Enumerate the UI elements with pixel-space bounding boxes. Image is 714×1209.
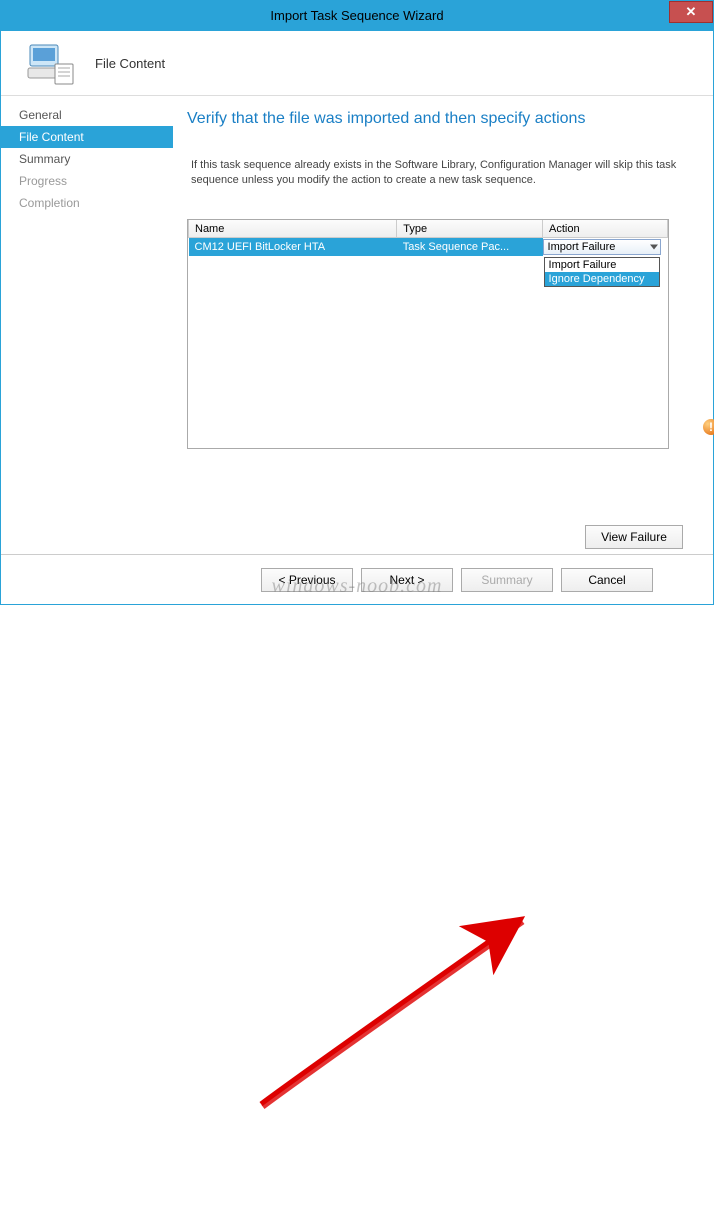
sidebar-step-progress: Progress	[1, 170, 173, 192]
action-option-import-failure[interactable]: Import Failure	[545, 258, 659, 272]
sidebar: General File Content Summary Progress Co…	[1, 96, 173, 554]
sidebar-step-general[interactable]: General	[1, 104, 173, 126]
main-panel: Verify that the file was imported and th…	[173, 96, 713, 554]
cancel-button[interactable]: Cancel	[561, 568, 653, 592]
banner: File Content	[1, 31, 713, 96]
task-table: Name Type Action CM12 UEFI BitLocker HTA…	[188, 220, 668, 256]
sidebar-step-completion: Completion	[1, 192, 173, 214]
banner-heading: File Content	[95, 56, 165, 71]
page-title: Verify that the file was imported and th…	[187, 110, 683, 128]
instruction-text: If this task sequence already exists in …	[187, 158, 683, 189]
col-header-type[interactable]: Type	[397, 220, 543, 238]
title-bar: Import Task Sequence Wizard ✕	[1, 1, 713, 31]
window-title: Import Task Sequence Wizard	[270, 8, 443, 23]
wizard-window: Import Task Sequence Wizard ✕ File Conte…	[0, 0, 714, 605]
col-header-action[interactable]: Action	[543, 220, 668, 238]
action-dropdown: Import Failure Ignore Dependency	[544, 257, 660, 287]
sidebar-step-summary[interactable]: Summary	[1, 148, 173, 170]
action-combobox[interactable]: Import Failure Import Failure Ignore Dep…	[543, 239, 661, 255]
annotation-arrow	[1, 604, 714, 1209]
cell-action: Import Failure Import Failure Ignore Dep…	[543, 238, 668, 256]
close-icon: ✕	[686, 4, 697, 20]
col-header-name[interactable]: Name	[189, 220, 397, 238]
action-selected-text: Import Failure	[544, 240, 660, 254]
cell-type: Task Sequence Pac...	[397, 238, 543, 256]
footer: < Previous Next > Summary Cancel	[1, 554, 713, 604]
close-button[interactable]: ✕	[669, 1, 713, 23]
next-button[interactable]: Next >	[361, 568, 453, 592]
body: General File Content Summary Progress Co…	[1, 96, 713, 554]
cell-name: CM12 UEFI BitLocker HTA	[189, 238, 397, 256]
warning-icon[interactable]: !	[703, 419, 714, 435]
task-table-wrap: Name Type Action CM12 UEFI BitLocker HTA…	[187, 219, 669, 449]
previous-button[interactable]: < Previous	[261, 568, 353, 592]
summary-button: Summary	[461, 568, 553, 592]
action-option-ignore-dependency[interactable]: Ignore Dependency	[545, 272, 659, 286]
chevron-down-icon	[650, 245, 658, 250]
table-row[interactable]: CM12 UEFI BitLocker HTA Task Sequence Pa…	[189, 238, 668, 256]
sidebar-step-file-content[interactable]: File Content	[1, 126, 173, 148]
banner-icon	[25, 41, 75, 86]
view-failure-button[interactable]: View Failure	[585, 525, 683, 549]
